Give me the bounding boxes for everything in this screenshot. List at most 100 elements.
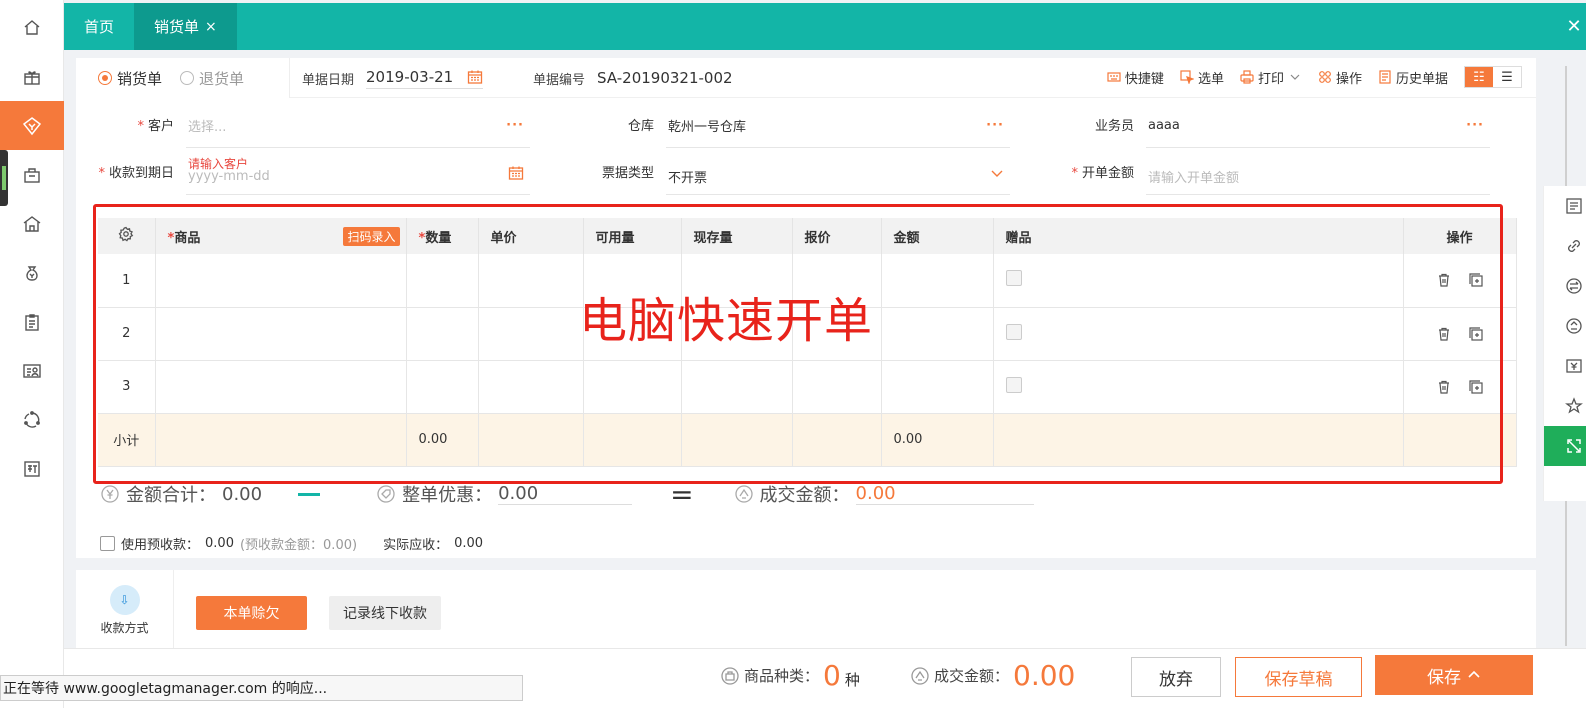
credit-order-button[interactable]: 本单赊欠 [196, 596, 307, 630]
left-nav [0, 0, 64, 708]
side-collapse-handle[interactable] [0, 150, 8, 206]
money-bag-icon [26, 265, 38, 281]
customer-field: * 客户 选择... ··· [76, 104, 530, 148]
link-icon [1568, 240, 1580, 252]
select-order-label: 选单 [1197, 71, 1224, 87]
discard-button[interactable]: 放弃 [1131, 657, 1221, 697]
yen-icon [101, 485, 119, 503]
totals-bar: 金额合计： 0.00 整单优惠： 0.00 = 成交金额： 0.00 [100, 477, 1034, 511]
rail-link[interactable] [1544, 226, 1586, 266]
prepay-row: 使用预收款： 0.00 (预收款金额：0.00) 实际应收： 0.00 [100, 534, 483, 553]
exchange-icon [1566, 278, 1582, 294]
list-view-icon[interactable]: ☰ [1493, 67, 1521, 87]
record-offline-payment-button[interactable]: 记录线下收款 [329, 596, 441, 630]
new-badge-icon [24, 460, 40, 477]
cycle-icon [24, 410, 40, 428]
radio-sales-order[interactable]: 销货单 [98, 68, 162, 89]
salesman-label: 业务员 [1094, 119, 1134, 134]
due-date-input[interactable]: 请输入客户 yyyy-mm-dd [186, 151, 530, 195]
nav-cycle[interactable] [0, 395, 64, 444]
calendar-icon[interactable] [467, 69, 483, 85]
nav-home[interactable] [0, 3, 64, 52]
payment-method[interactable]: ⇩ 收款方式 [76, 570, 174, 650]
tab-close-icon[interactable]: × [205, 19, 217, 35]
rail-favorite[interactable] [1544, 386, 1586, 426]
sum-total: 金额合计： 0.00 [100, 481, 262, 507]
customer-error-text: 请输入客户 [188, 157, 249, 171]
salesman-input[interactable]: aaaa ··· [1146, 104, 1490, 148]
invoice-type-label: 票据类型 [601, 166, 654, 181]
deal-amount-input[interactable]: 0.00 [855, 483, 1034, 505]
purchase-bag-icon [24, 167, 40, 183]
select-order-button[interactable]: 选单 [1180, 68, 1224, 87]
radio-return-label: 退货单 [199, 69, 245, 88]
rail-exchange[interactable] [1544, 266, 1586, 306]
rail-notes[interactable] [1544, 186, 1586, 226]
discount-input[interactable]: 0.00 [498, 483, 633, 505]
payment-method-label: 收款方式 [100, 620, 149, 635]
prepay-label: 使用预收款： [121, 538, 200, 553]
tab-sales-order-label: 销货单 [154, 18, 200, 36]
customer-more-icon[interactable]: ··· [506, 118, 524, 133]
nav-sales[interactable] [0, 101, 64, 150]
equals-sign: = [670, 477, 694, 511]
radio-sales-label: 销货单 [117, 69, 163, 88]
warehouse-more-icon[interactable]: ··· [986, 118, 1004, 133]
form-row-1: * 客户 选择... ··· 仓库 乾州一号仓库 ··· 业务员 aaaa ··· [76, 104, 1536, 148]
prepay-value: 0.00 [205, 536, 234, 551]
rail-service[interactable] [1544, 306, 1586, 346]
payment-panel: ⇩ 收款方式 本单赊欠 记录线下收款 [76, 570, 1536, 650]
grid-icon [1319, 71, 1331, 83]
shortcut-button[interactable]: 快捷键 [1107, 68, 1164, 87]
nav-reports[interactable] [0, 297, 64, 346]
invoice-amount-input[interactable]: 请输入开单金额 [1146, 151, 1490, 195]
document-icon [1379, 70, 1391, 84]
nav-gift[interactable] [0, 52, 64, 101]
doc-number-label: 单据编号 [533, 72, 586, 88]
right-rail [1543, 186, 1586, 501]
close-all-icon[interactable]: ✕ [1562, 3, 1586, 50]
product-kinds-stat: 商品种类： 0 种 [720, 659, 860, 692]
history-button[interactable]: 历史单据 [1378, 68, 1448, 87]
radio-return-order[interactable]: 退货单 [180, 68, 244, 89]
contact-card-icon [23, 363, 41, 378]
operate-button[interactable]: 操作 [1318, 68, 1362, 87]
tab-home-label: 首页 [84, 18, 115, 36]
invoice-type-field: 票据类型 不开票 [556, 151, 1010, 195]
rail-finance[interactable] [1544, 346, 1586, 386]
nav-finance[interactable] [0, 248, 64, 297]
customer-input[interactable]: 选择... ··· [186, 104, 530, 148]
invoice-amount-field: * 开单金额 请输入开单金额 [1036, 151, 1490, 195]
nav-new[interactable] [0, 444, 64, 493]
warehouse-input[interactable]: 乾州一号仓库 ··· [666, 104, 1010, 148]
keyboard-icon [1107, 72, 1121, 82]
doc-date-value: 2019-03-21 [366, 67, 454, 86]
rail-fullscreen[interactable] [1544, 426, 1586, 466]
print-button[interactable]: 打印 [1240, 68, 1302, 87]
view-toggle: ☷ ☰ [1464, 66, 1522, 88]
minus-sign [298, 492, 321, 496]
tab-home[interactable]: 首页 [64, 3, 134, 50]
history-label: 历史单据 [1395, 71, 1448, 87]
tag-icon [377, 485, 395, 503]
salesman-value: aaaa [1148, 118, 1180, 133]
actual-receivable-value: 0.00 [454, 536, 484, 551]
save-draft-button[interactable]: 保存草稿 [1235, 657, 1362, 697]
doc-date-field: 单据日期 2019-03-21 [302, 58, 484, 98]
calendar-icon[interactable] [508, 165, 524, 181]
home-icon [24, 19, 40, 35]
nav-contacts[interactable] [0, 346, 64, 395]
nav-warehouse[interactable] [0, 199, 64, 248]
product-kinds-value: 0 [823, 659, 841, 692]
deal-total: 成交金额： 0.00 [734, 481, 1034, 507]
doc-date-input[interactable]: 2019-03-21 [366, 67, 484, 89]
payment-down-icon: ⇩ [109, 584, 140, 615]
tab-sales-order[interactable]: 销货单 × [134, 3, 237, 50]
card-view-icon[interactable]: ☷ [1465, 67, 1493, 87]
invoice-type-select[interactable]: 不开票 [666, 151, 1010, 195]
cursor-select-icon [1180, 70, 1194, 84]
salesman-more-icon[interactable]: ··· [1466, 118, 1484, 133]
nav-purchase[interactable] [0, 150, 64, 199]
save-button[interactable]: 保存 [1375, 655, 1533, 695]
use-prepay-checkbox[interactable] [100, 536, 115, 551]
